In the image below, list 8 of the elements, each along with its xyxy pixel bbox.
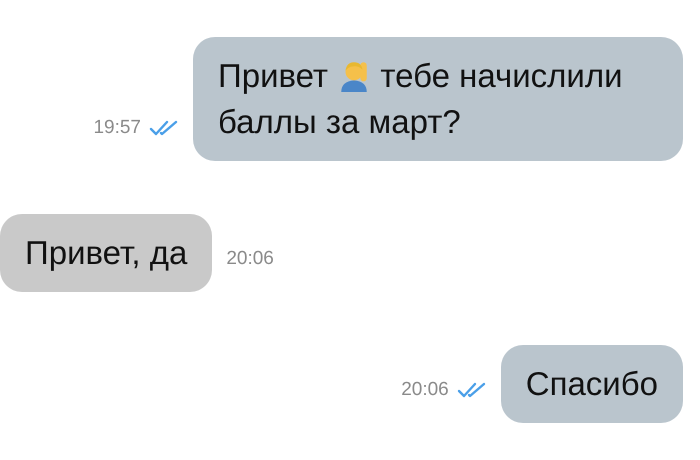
message-time: 20:06 (401, 379, 449, 401)
message-text: Привет (218, 56, 328, 96)
message-time: 20:06 (226, 248, 274, 270)
message-text: баллы за март? (218, 102, 461, 142)
message-text: Привет, да (25, 233, 188, 273)
message-text: тебе начислили (380, 56, 623, 96)
message-text: Спасибо (526, 364, 658, 404)
message-time: 19:57 (93, 117, 141, 139)
